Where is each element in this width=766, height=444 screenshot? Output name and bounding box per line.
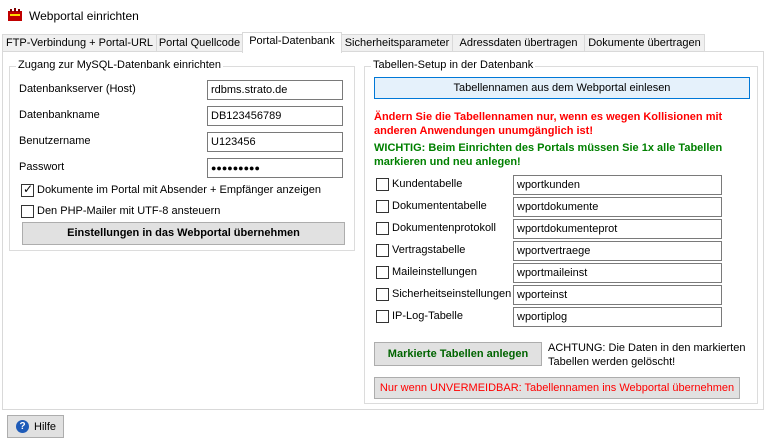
read-table-names-button[interactable]: Tabellennamen aus dem Webportal einlesen xyxy=(374,77,750,99)
help-icon: ? xyxy=(16,420,29,433)
tab-panel: Zugang zur MySQL-Datenbank einrichten Da… xyxy=(2,51,764,410)
create-tables-button[interactable]: Markierte Tabellen anlegen xyxy=(374,342,542,366)
help-button[interactable]: ? Hilfe xyxy=(7,415,64,438)
window-title: Webportal einrichten xyxy=(29,9,139,23)
title-bar: Webportal einrichten xyxy=(0,0,766,30)
show-sender-checkbox[interactable]: ✓ xyxy=(21,182,34,197)
dbname-label: Datenbankname xyxy=(19,109,100,121)
table-row-checkbox[interactable] xyxy=(376,178,389,191)
collision-warning: Ändern Sie die Tabellennamen nur, wenn e… xyxy=(374,111,723,137)
tables-group-title: Tabellen-Setup in der Datenbank xyxy=(371,59,536,71)
setup-hint: WICHTIG: Beim Einrichten des Portals müs… xyxy=(374,142,723,168)
tab-bar: FTP-Verbindung + Portal-URL Portal Quell… xyxy=(2,32,764,53)
table-row-checkbox[interactable] xyxy=(376,222,389,235)
table-name-input[interactable]: wportiplog xyxy=(513,307,722,327)
apply-settings-button[interactable]: Einstellungen in das Webportal übernehme… xyxy=(22,222,345,245)
mysql-groupbox: Zugang zur MySQL-Datenbank einrichten Da… xyxy=(9,59,355,251)
utf8-mailer-label: Den PHP-Mailer mit UTF-8 ansteuern xyxy=(37,205,221,217)
table-row-checkbox[interactable] xyxy=(376,200,389,213)
tab-portal-datenbank[interactable]: Portal-Datenbank xyxy=(242,32,342,53)
table-row-label: Vertragstabelle xyxy=(392,244,466,256)
host-input[interactable]: rdbms.strato.de xyxy=(207,80,343,100)
password-label: Passwort xyxy=(19,161,65,173)
transfer-table-names-button[interactable]: Nur wenn UNVERMEIDBAR: Tabellennamen ins… xyxy=(374,377,740,399)
utf8-mailer-checkbox[interactable] xyxy=(21,205,34,218)
tab-ftp[interactable]: FTP-Verbindung + Portal-URL xyxy=(2,34,157,52)
dbname-input[interactable]: DB123456789 xyxy=(207,106,343,126)
table-row-label: Kundentabelle xyxy=(392,178,463,190)
table-row-checkbox[interactable] xyxy=(376,244,389,257)
table-row-checkbox[interactable] xyxy=(376,288,389,301)
tab-quellcode[interactable]: Portal Quellcode xyxy=(156,34,243,52)
table-name-input[interactable]: wportkunden xyxy=(513,175,722,195)
table-row-label: Dokumententabelle xyxy=(392,200,487,212)
table-row-checkbox[interactable] xyxy=(376,310,389,323)
tab-adressdaten[interactable]: Adressdaten übertragen xyxy=(452,34,585,52)
table-name-input[interactable]: wportdokumenteprot xyxy=(513,219,722,239)
checkmark-icon: ✓ xyxy=(23,182,34,196)
show-sender-label: Dokumente im Portal mit Absender + Empfä… xyxy=(37,184,322,196)
table-name-input[interactable]: wportdokumente xyxy=(513,197,722,217)
tables-groupbox: Tabellen-Setup in der Datenbank Tabellen… xyxy=(364,59,758,404)
table-row-label: IP-Log-Tabelle xyxy=(392,310,463,322)
table-row-label: Dokumentenprotokoll xyxy=(392,222,496,234)
password-input[interactable]: ●●●●●●●●● xyxy=(207,158,343,178)
help-label: Hilfe xyxy=(34,421,57,433)
create-tables-note: ACHTUNG: Die Daten in den markierten Tab… xyxy=(548,342,746,368)
username-label: Benutzername xyxy=(19,135,91,147)
table-name-input[interactable]: wporteinst xyxy=(513,285,722,305)
table-name-input[interactable]: wportvertraege xyxy=(513,241,722,261)
mysql-group-title: Zugang zur MySQL-Datenbank einrichten xyxy=(16,59,223,71)
table-name-input[interactable]: wportmaileinst xyxy=(513,263,722,283)
tab-sicherheitsparameter[interactable]: Sicherheitsparameter xyxy=(341,34,453,52)
host-label: Datenbankserver (Host) xyxy=(19,83,136,95)
username-input[interactable]: U123456 xyxy=(207,132,343,152)
tab-dokumente[interactable]: Dokumente übertragen xyxy=(584,34,705,52)
table-row-label: Sicherheitseinstellungen xyxy=(392,288,512,300)
table-row-label: Maileinstellungen xyxy=(392,266,477,278)
app-icon xyxy=(8,8,22,21)
table-row-checkbox[interactable] xyxy=(376,266,389,279)
